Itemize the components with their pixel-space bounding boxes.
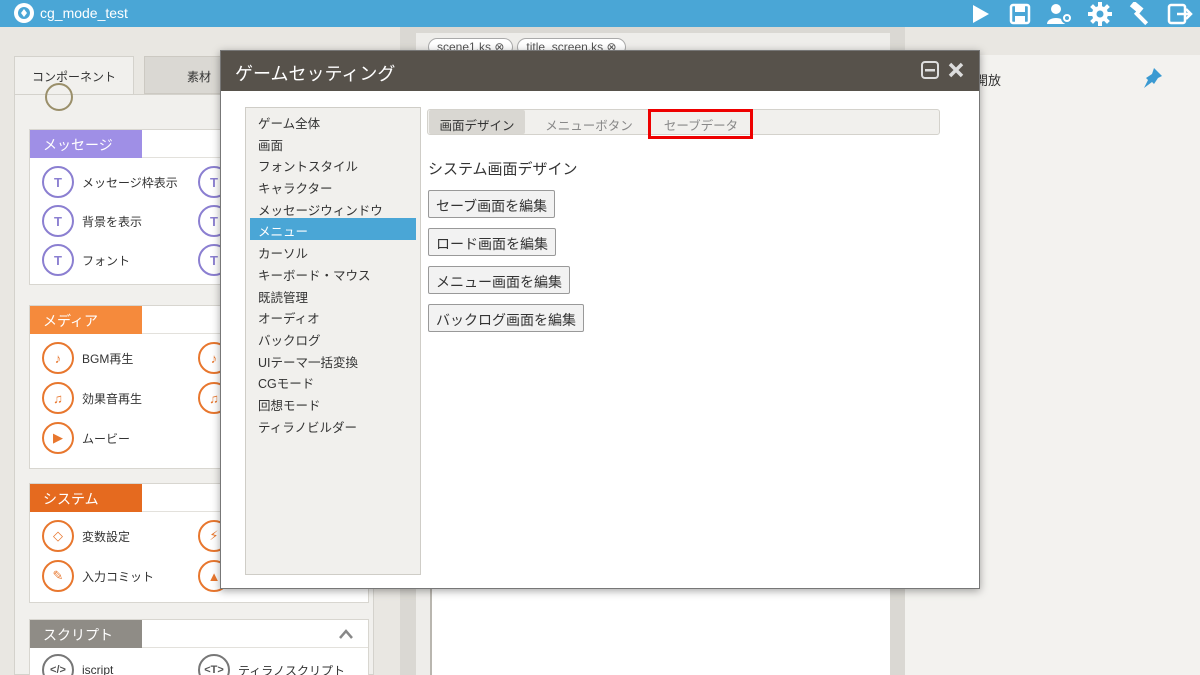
menu-item-audio[interactable]: オーディオ [246, 305, 420, 327]
menu-item-tyrano-builder[interactable]: ティラノビルダー [246, 414, 420, 436]
play-icon[interactable] [966, 2, 994, 26]
tyrano-script-icon: <T> [198, 654, 230, 675]
section-title: システム画面デザイン [428, 161, 578, 178]
movie-icon: ▶ [42, 422, 74, 454]
edit-save-screen-button[interactable]: セーブ画面を編集 [428, 190, 556, 218]
dialog-header: ゲームセッティング [221, 51, 979, 91]
gear-icon[interactable] [1086, 1, 1114, 26]
code-icon: </> [42, 654, 74, 675]
menu-item-read-management[interactable]: 既読管理 [246, 284, 420, 306]
component-item[interactable]: ▶ ムービー [42, 422, 130, 454]
tab-screen-design[interactable]: 画面デザイン [429, 110, 525, 134]
section-label: システム [30, 484, 142, 512]
chevron-up-icon[interactable] [338, 628, 354, 640]
menu-item-message-window[interactable]: メッセージウィンドウ [246, 197, 420, 219]
section-label: スクリプト [30, 620, 142, 648]
font-icon: T [42, 244, 74, 276]
menu-item-keyboard-mouse[interactable]: キーボード・マウス [246, 262, 420, 284]
tab-menu-button[interactable]: メニューボタン [532, 110, 646, 134]
message-frame-icon: T [42, 166, 74, 198]
partial-icon [45, 83, 73, 111]
menu-item-game[interactable]: ゲーム全体 [246, 110, 420, 132]
component-item[interactable]: ◇ 変数設定 [42, 520, 130, 552]
component-item[interactable]: </> iscript [42, 654, 113, 675]
music-icon: ♪ [42, 342, 74, 374]
close-icon[interactable] [947, 61, 965, 79]
edit-menu-screen-button[interactable]: メニュー画面を編集 [428, 266, 570, 294]
component-item[interactable]: T 背景を表示 [42, 205, 142, 237]
app-title: cg_mode_test [40, 5, 128, 21]
background-icon: T [42, 205, 74, 237]
section-script: スクリプト </> iscript <T> ティラノスクリプト [29, 619, 369, 675]
minimize-icon[interactable] [921, 61, 939, 79]
component-item[interactable]: T フォント [42, 244, 130, 276]
menu-item-menu[interactable]: メニュー [250, 218, 416, 241]
component-item[interactable]: T メッセージ枠表示 [42, 166, 178, 198]
save-icon[interactable] [1006, 2, 1034, 26]
component-item[interactable]: ♫ 効果音再生 [42, 382, 142, 414]
component-item[interactable]: ♪ BGM再生 [42, 342, 133, 374]
highlight-box [648, 109, 753, 139]
menu-item-recollection-mode[interactable]: 回想モード [246, 392, 420, 414]
pin-icon[interactable] [1140, 66, 1164, 90]
menu-item-character[interactable]: キャラクター [246, 175, 420, 197]
component-item[interactable]: <T> ティラノスクリプト [198, 654, 345, 675]
menu-item-cg-mode[interactable]: CGモード [246, 370, 420, 392]
edit-load-screen-button[interactable]: ロード画面を編集 [428, 228, 556, 256]
users-gear-icon[interactable] [1046, 2, 1074, 26]
top-bar: cg_mode_test [0, 0, 1200, 27]
dialog-title: ゲームセッティング [235, 64, 396, 84]
component-item[interactable]: ✎ 入力コミット [42, 560, 154, 592]
settings-menu: ゲーム全体 画面 フォントスタイル キャラクター メッセージウィンドウ メニュー… [245, 107, 421, 575]
app-logo-icon [14, 3, 34, 23]
export-icon[interactable] [1166, 2, 1194, 26]
hammer-icon[interactable] [1126, 1, 1154, 26]
menu-item-backlog[interactable]: バックログ [246, 327, 420, 349]
menu-item-cursor[interactable]: カーソル [246, 240, 420, 262]
menu-item-ui-theme[interactable]: UIテーマ一括変換 [246, 349, 420, 371]
input-commit-icon: ✎ [42, 560, 74, 592]
section-label: メッセージ [30, 130, 142, 158]
game-settings-dialog: ゲームセッティング ゲーム全体 画面 フォントスタイル キャラクター メッセージ… [220, 50, 980, 589]
menu-item-screen[interactable]: 画面 [246, 132, 420, 154]
menu-item-font-style[interactable]: フォントスタイル [246, 153, 420, 175]
editor-document[interactable] [430, 588, 890, 675]
section-label: メディア [30, 306, 142, 334]
sound-effect-icon: ♫ [42, 382, 74, 414]
variable-icon: ◇ [42, 520, 74, 552]
edit-backlog-screen-button[interactable]: バックログ画面を編集 [428, 304, 584, 332]
tab-components[interactable]: コンポーネント [14, 56, 134, 94]
